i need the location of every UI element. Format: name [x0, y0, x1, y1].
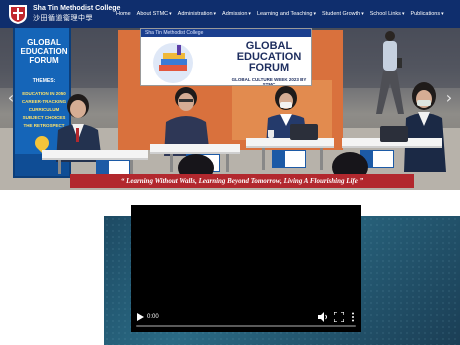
main-menu: Home About STMC ▾ Administration ▾ Admissi…: [116, 0, 444, 28]
chevron-down-icon: ▾: [361, 11, 364, 17]
backdrop-strip-text: Sha Tin Methodist College: [145, 30, 204, 36]
hero-banner: GLOBAL EDUCATION FORUM THEMES: EDUCATION…: [0, 0, 460, 190]
nav-about-stmc[interactable]: About STMC ▾: [137, 10, 172, 18]
forum-backdrop: Sha Tin Methodist College GLOBAL EDUCATI…: [140, 28, 312, 86]
motto-text: “ Learning Without Walls, Learning Beyon…: [120, 177, 364, 185]
school-crest-icon[interactable]: [7, 3, 29, 25]
chevron-down-icon: ▾: [441, 11, 444, 17]
video-time: 0:00: [147, 314, 159, 320]
books-illustration-icon: [153, 43, 193, 83]
fullscreen-icon[interactable]: [334, 312, 344, 322]
chevron-down-icon: ▾: [248, 11, 251, 17]
chevron-down-icon: ▾: [401, 11, 405, 17]
backdrop-title: GLOBAL EDUCATION FORUM: [236, 40, 302, 74]
name-plate: [272, 150, 306, 168]
volume-icon[interactable]: [318, 312, 328, 322]
nav-school-links[interactable]: School Links ▾: [370, 10, 405, 18]
carousel-prev-button[interactable]: ‹: [6, 88, 16, 108]
nav-learning-and-teaching[interactable]: Learning and Teaching ▾: [257, 10, 316, 18]
page: GLOBAL EDUCATION FORUM THEMES: EDUCATION…: [0, 0, 460, 345]
chevron-down-icon: ▾: [213, 11, 217, 17]
play-icon[interactable]: [136, 313, 144, 321]
standee-subtitle: THEMES:: [32, 78, 56, 84]
nav-home[interactable]: Home: [116, 10, 131, 18]
audience-head: [332, 152, 368, 176]
cup: [268, 130, 274, 138]
video-progress-bar[interactable]: [136, 325, 356, 327]
chevron-down-icon: ▾: [169, 11, 172, 17]
panel-table: [42, 150, 148, 160]
more-options-icon[interactable]: [349, 312, 357, 322]
nav-student-growth[interactable]: Student Growth ▾: [322, 10, 364, 18]
nav-admission[interactable]: Admission ▾: [222, 10, 251, 18]
carousel-next-button[interactable]: ›: [444, 88, 454, 108]
backdrop-subtitle: GLOBAL CULTURE WEEK 2023 BY STMC: [231, 77, 307, 86]
top-navbar: Sha Tin Methodist College 沙田循道衞理中學 Home …: [0, 0, 460, 28]
audience-head: [178, 154, 214, 176]
laptop: [290, 124, 318, 140]
school-name-en[interactable]: Sha Tin Methodist College: [33, 5, 120, 13]
chevron-down-icon: ▾: [313, 11, 317, 17]
laptop: [380, 126, 408, 142]
standee-title: GLOBAL EDUCATION FORUM: [20, 38, 68, 65]
school-name-zh[interactable]: 沙田循道衞理中學: [33, 14, 93, 23]
nav-publications[interactable]: Publications ▾: [410, 10, 443, 18]
nav-administration[interactable]: Administration ▾: [178, 10, 216, 18]
